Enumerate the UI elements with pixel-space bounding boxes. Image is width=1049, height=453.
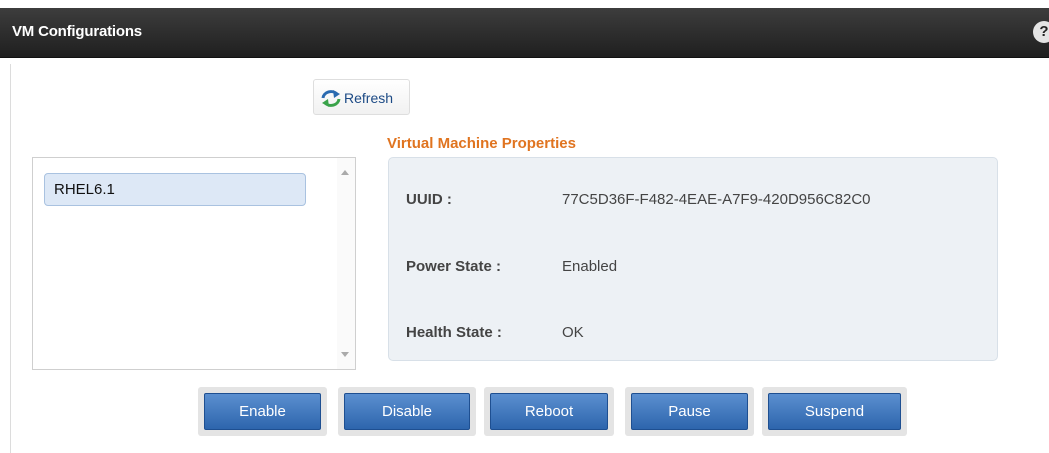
disable-button-frame: Disable [338, 387, 476, 436]
health-state-label: Health State : [406, 324, 502, 341]
properties-heading: Virtual Machine Properties [387, 135, 576, 152]
title-bar: VM Configurations ? [0, 8, 1049, 58]
uuid-label: UUID : [406, 191, 452, 208]
power-state-value: Enabled [562, 258, 618, 275]
power-state-label: Power State : [406, 258, 502, 275]
suspend-button-frame: Suspend [762, 387, 907, 436]
vm-list-scrollbar[interactable] [337, 158, 355, 369]
refresh-icon [321, 90, 341, 107]
refresh-label: Refresh [344, 90, 394, 106]
enable-button-frame: Enable [198, 387, 327, 436]
refresh-button[interactable]: Refresh [313, 79, 410, 115]
help-icon[interactable]: ? [1033, 21, 1049, 43]
vm-item-label: RHEL6.1 [54, 181, 115, 198]
pause-button-frame: Pause [625, 387, 754, 436]
reboot-button[interactable]: Reboot [490, 393, 608, 430]
health-state-value: OK [562, 324, 584, 341]
scroll-down-arrow-icon[interactable] [341, 352, 349, 357]
uuid-value: 77C5D36F-F482-4EAE-A7F9-420D956C82C0 [562, 191, 871, 208]
vm-list[interactable]: RHEL6.1 [32, 157, 356, 370]
properties-box: UUID : 77C5D36F-F482-4EAE-A7F9-420D956C8… [388, 157, 998, 361]
enable-button[interactable]: Enable [204, 393, 321, 430]
suspend-button[interactable]: Suspend [768, 393, 901, 430]
scroll-up-arrow-icon[interactable] [341, 170, 349, 175]
pause-button[interactable]: Pause [631, 393, 748, 430]
disable-button[interactable]: Disable [344, 393, 470, 430]
list-item[interactable]: RHEL6.1 [44, 173, 306, 206]
window-title: VM Configurations [12, 23, 142, 40]
reboot-button-frame: Reboot [484, 387, 614, 436]
